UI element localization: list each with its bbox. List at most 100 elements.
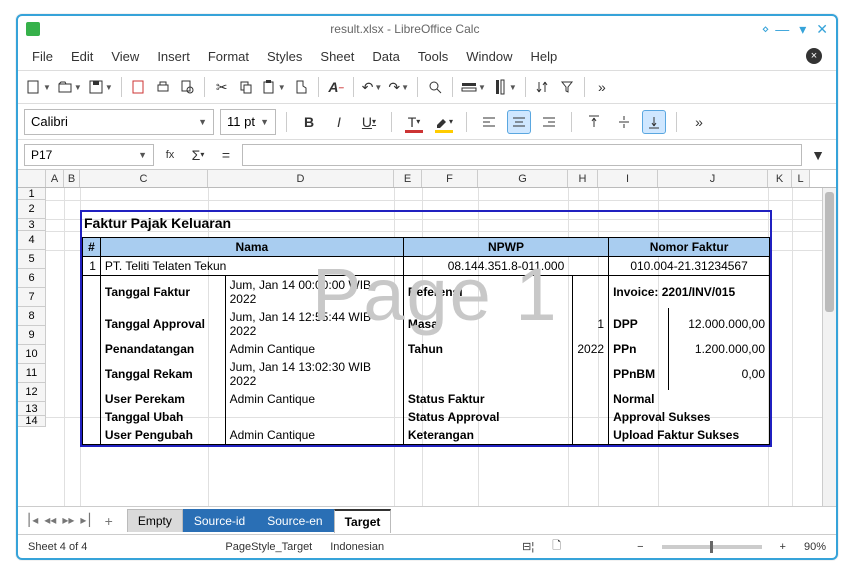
col-head[interactable]: A (46, 170, 64, 187)
row-head[interactable]: 6 (18, 269, 46, 288)
font-size-combo[interactable]: 11 pt▼ (220, 109, 276, 135)
row-head[interactable]: 3 (18, 219, 46, 231)
function-wizard-button[interactable]: fx (158, 143, 182, 167)
menu-file[interactable]: File (32, 49, 53, 64)
row-button[interactable]: ▼ (459, 75, 488, 99)
highlight-color-button[interactable]: ▾ (432, 110, 456, 134)
col-head[interactable]: K (768, 170, 792, 187)
col-head[interactable]: D (208, 170, 394, 187)
tab-prev-button[interactable]: ◂◂ (44, 513, 56, 529)
sum-button[interactable]: Σ▾ (186, 143, 210, 167)
zoom-slider[interactable] (662, 545, 762, 549)
tab-last-button[interactable]: ▸⎮ (80, 513, 92, 529)
align-bottom-button[interactable] (642, 110, 666, 134)
row-head[interactable]: 11 (18, 364, 46, 383)
vertical-scrollbar[interactable] (822, 188, 836, 506)
menu-edit[interactable]: Edit (71, 49, 93, 64)
menu-sheet[interactable]: Sheet (320, 49, 354, 64)
menu-window[interactable]: Window (466, 49, 512, 64)
align-center-button[interactable] (507, 110, 531, 134)
select-all-corner[interactable] (18, 170, 46, 187)
close-document-button[interactable]: × (806, 48, 822, 64)
column-headers[interactable]: A B C D E F G H I J K L (18, 170, 836, 188)
row-head[interactable]: 14 (18, 416, 46, 427)
close-window-button[interactable]: ✕ (816, 21, 828, 38)
col-head[interactable]: G (478, 170, 568, 187)
column-button[interactable]: ▼ (490, 75, 519, 99)
row-headers[interactable]: 1 2 3 4 5 6 7 8 9 10 11 12 13 14 (18, 188, 46, 427)
sheet-tab-source-id[interactable]: Source-id (183, 509, 256, 532)
menu-styles[interactable]: Styles (267, 49, 302, 64)
row-head[interactable]: 4 (18, 231, 46, 250)
bold-button[interactable]: B (297, 110, 321, 134)
expand-formula-button[interactable]: ▼ (806, 143, 830, 167)
window-options-icon[interactable]: ⋄ (762, 22, 768, 36)
align-top-button[interactable] (582, 110, 606, 134)
menu-format[interactable]: Format (208, 49, 249, 64)
sort-button[interactable] (532, 75, 554, 99)
font-color-button[interactable]: T▾ (402, 110, 426, 134)
italic-button[interactable]: I (327, 110, 351, 134)
clone-formatting-button[interactable] (290, 75, 312, 99)
align-left-button[interactable] (477, 110, 501, 134)
row-head[interactable]: 10 (18, 345, 46, 364)
align-middle-button[interactable] (612, 110, 636, 134)
menu-view[interactable]: View (111, 49, 139, 64)
col-head[interactable]: F (422, 170, 478, 187)
autofilter-button[interactable] (556, 75, 578, 99)
align-right-button[interactable] (537, 110, 561, 134)
col-head[interactable]: B (64, 170, 80, 187)
col-head[interactable]: J (658, 170, 768, 187)
cell-reference-box[interactable]: P17▼ (24, 144, 154, 166)
export-pdf-button[interactable] (128, 75, 150, 99)
col-head[interactable]: C (80, 170, 208, 187)
zoom-out-button[interactable]: − (637, 541, 643, 553)
status-selection-mode[interactable]: ⊟¦ (522, 540, 534, 553)
maximize-button[interactable]: ▾ (799, 21, 806, 38)
font-name-combo[interactable]: Calibri▼ (24, 109, 214, 135)
cut-button[interactable]: ✂ (211, 75, 233, 99)
status-signature[interactable]: 🗋 (552, 537, 561, 556)
menu-help[interactable]: Help (530, 49, 557, 64)
tab-next-button[interactable]: ▸▸ (62, 513, 74, 529)
row-head[interactable]: 9 (18, 326, 46, 345)
status-language[interactable]: Indonesian (330, 541, 384, 553)
zoom-in-button[interactable]: + (780, 541, 786, 553)
menu-data[interactable]: Data (372, 49, 399, 64)
sheet-tab-empty[interactable]: Empty (127, 509, 183, 532)
print-button[interactable] (152, 75, 174, 99)
print-preview-button[interactable] (176, 75, 198, 99)
col-head[interactable]: H (568, 170, 598, 187)
menu-insert[interactable]: Insert (157, 49, 190, 64)
row-head[interactable]: 7 (18, 288, 46, 307)
paste-button[interactable]: ▼ (259, 75, 288, 99)
col-head[interactable]: L (792, 170, 810, 187)
row-head[interactable]: 5 (18, 250, 46, 269)
new-button[interactable]: ▼ (24, 75, 53, 99)
minimize-button[interactable]: — (775, 21, 789, 38)
sheet-tab-target[interactable]: Target (334, 509, 392, 533)
row-head[interactable]: 1 (18, 188, 46, 200)
undo-button[interactable]: ↶▼ (360, 75, 385, 99)
spreadsheet-area[interactable]: A B C D E F G H I J K L 1 2 3 4 5 6 7 8 … (18, 170, 836, 506)
col-head[interactable]: E (394, 170, 422, 187)
more-button[interactable]: » (591, 75, 613, 99)
menu-tools[interactable]: Tools (418, 49, 448, 64)
clear-formatting-button[interactable]: A⎯ (325, 75, 347, 99)
copy-button[interactable] (235, 75, 257, 99)
redo-button[interactable]: ↷▼ (386, 75, 411, 99)
zoom-value[interactable]: 90% (804, 541, 826, 553)
save-button[interactable]: ▼ (86, 75, 115, 99)
open-button[interactable]: ▼ (55, 75, 84, 99)
col-head[interactable]: I (598, 170, 658, 187)
formula-input[interactable] (242, 144, 802, 166)
underline-button[interactable]: U▾ (357, 110, 381, 134)
more-format-button[interactable]: » (687, 110, 711, 134)
formula-button[interactable]: = (214, 143, 238, 167)
row-head[interactable]: 8 (18, 307, 46, 326)
row-head[interactable]: 12 (18, 383, 46, 402)
row-head[interactable]: 13 (18, 402, 46, 416)
row-head[interactable]: 2 (18, 200, 46, 219)
find-button[interactable] (424, 75, 446, 99)
add-sheet-button[interactable]: + (105, 513, 113, 529)
